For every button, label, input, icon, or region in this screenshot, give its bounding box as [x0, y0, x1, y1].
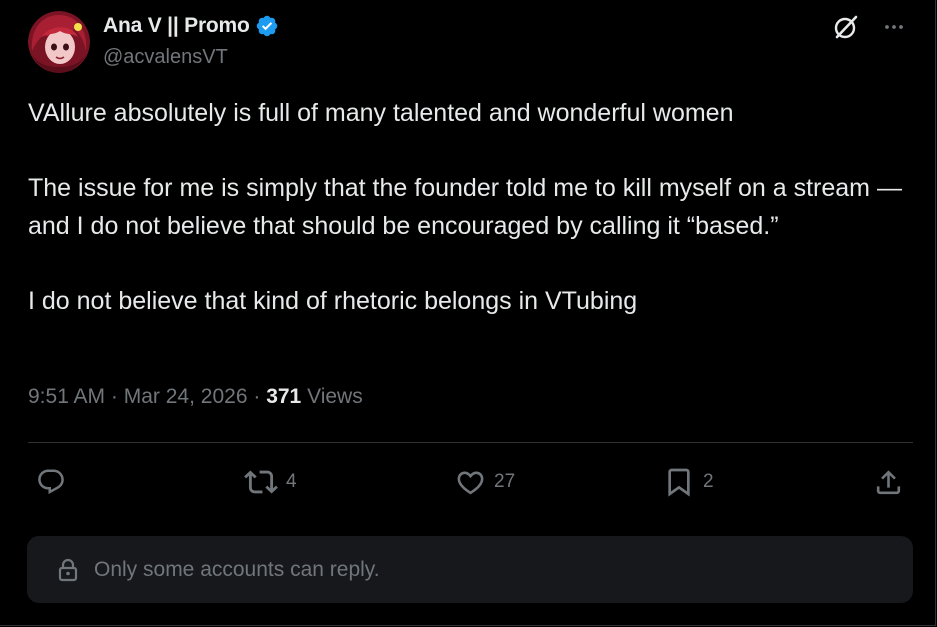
tweet-date[interactable]: Mar 24, 2026 — [124, 385, 248, 408]
repost-icon — [244, 470, 278, 494]
meta-separator: · — [110, 385, 118, 408]
bookmark-button[interactable]: 2 — [663, 462, 714, 502]
bookmark-count: 2 — [703, 471, 714, 492]
reply-notice-text: Only some accounts can reply. — [94, 557, 380, 581]
like-button[interactable]: 27 — [455, 462, 515, 502]
tweet-paragraph: I do not believe that kind of rhetoric b… — [28, 286, 638, 315]
share-button[interactable] — [873, 462, 904, 502]
reply-button[interactable] — [36, 462, 74, 502]
tweet-meta: 9:51 AM · Mar 24, 2026 · 371 Views — [28, 385, 363, 409]
views-count: 371 — [266, 385, 302, 408]
avatar[interactable] — [28, 11, 90, 73]
bookmark-icon — [668, 468, 690, 497]
grok-icon[interactable] — [831, 12, 861, 42]
author-display-name[interactable]: Ana V || Promo — [103, 14, 250, 38]
meta-separator: · — [253, 385, 261, 408]
tweet-paragraph: VAllure absolutely is full of many talen… — [28, 99, 734, 127]
more-icon[interactable] — [879, 12, 909, 42]
author-handle[interactable]: @acvalensVT — [103, 46, 228, 69]
tweet-container: Ana V || Promo @acvalensVT VAllure absol… — [0, 0, 936, 626]
like-count: 27 — [494, 471, 516, 492]
like-icon — [457, 471, 484, 494]
share-icon — [876, 469, 901, 494]
tweet-text: VAllure absolutely is full of many talen… — [28, 95, 908, 320]
reply-restriction-notice: Only some accounts can reply. — [27, 536, 913, 603]
avatar-image — [28, 11, 90, 73]
action-bar: 4 27 2 — [0, 462, 937, 502]
repost-count: 4 — [286, 471, 297, 492]
verified-badge-icon — [255, 14, 279, 38]
repost-button[interactable]: 4 — [244, 462, 297, 502]
tweet-time[interactable]: 9:51 AM — [28, 385, 105, 408]
tweet-top-actions — [831, 12, 909, 42]
reply-icon — [38, 469, 64, 495]
views-label: Views — [307, 385, 363, 408]
tweet-paragraph: The issue for me is simply that the foun… — [28, 174, 909, 240]
author-name-row[interactable]: Ana V || Promo — [103, 14, 279, 38]
lock-icon — [57, 558, 79, 582]
divider — [28, 442, 913, 443]
